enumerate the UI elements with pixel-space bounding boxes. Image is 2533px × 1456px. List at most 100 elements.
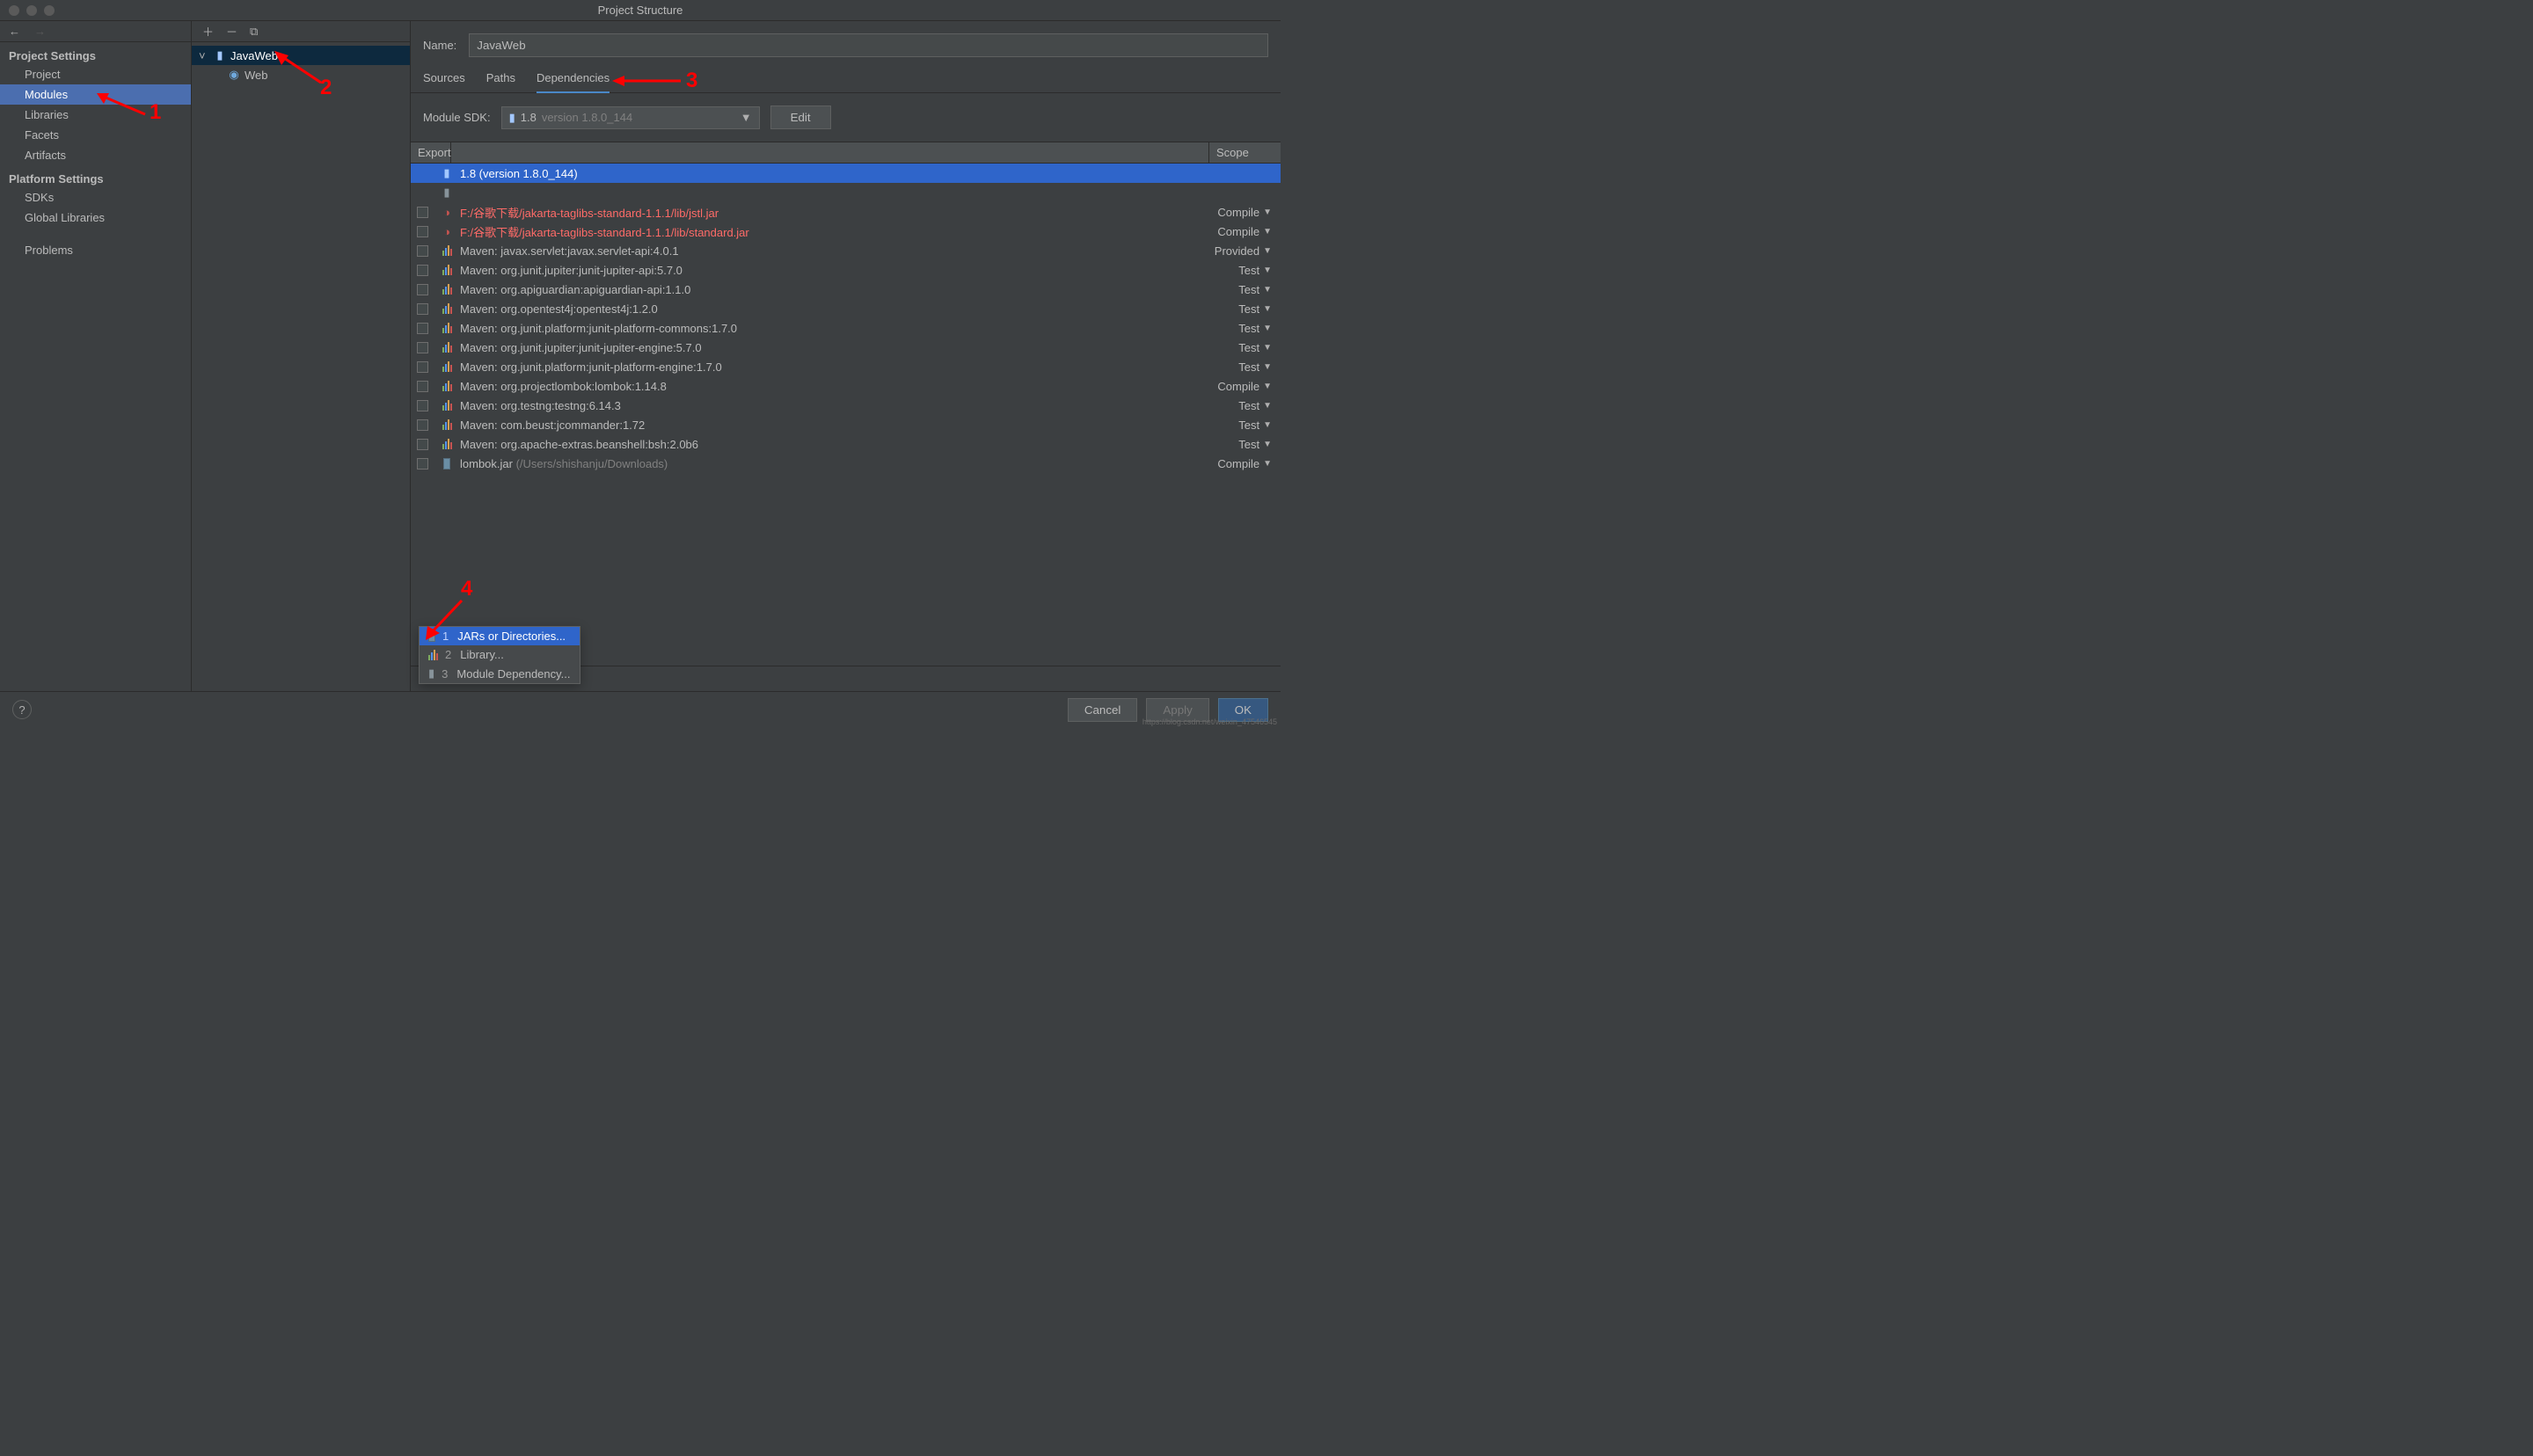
export-checkbox[interactable] [417, 226, 428, 237]
folder-icon: ▮ [428, 666, 434, 681]
dependency-row[interactable]: Maven: org.projectlombok:lombok:1.14.8Co… [411, 376, 1281, 396]
maven-icon [442, 400, 452, 411]
dependency-row[interactable]: ◑F:/谷歌下载/jakarta-taglibs-standard-1.1.1/… [411, 202, 1281, 222]
remove-icon[interactable]: － [226, 23, 237, 40]
sidebar-item-facets[interactable]: Facets [0, 125, 191, 145]
add-icon[interactable]: ＋ [202, 23, 214, 40]
tab-paths[interactable]: Paths [486, 71, 515, 92]
dialog-footer: Cancel Apply OK [0, 691, 1281, 728]
export-checkbox[interactable] [417, 458, 428, 470]
close-window-icon[interactable] [9, 5, 19, 16]
minimize-window-icon[interactable] [26, 5, 37, 16]
copy-icon[interactable]: ⧉ [250, 25, 258, 39]
export-checkbox[interactable] [417, 265, 428, 276]
dependency-scope[interactable]: Provided ▼ [1208, 244, 1281, 258]
dependency-scope[interactable]: Compile ▼ [1208, 206, 1281, 219]
dependency-row[interactable]: Maven: javax.servlet:javax.servlet-api:4… [411, 241, 1281, 260]
sidebar-item-libraries[interactable]: Libraries [0, 105, 191, 125]
details-panel: Name: Sources Paths Dependencies Module … [411, 21, 1281, 728]
dependency-row[interactable]: ▮ [411, 183, 1281, 202]
maven-icon [442, 245, 452, 256]
maven-icon [428, 650, 438, 660]
dependency-row[interactable]: Maven: org.junit.jupiter:junit-jupiter-e… [411, 338, 1281, 357]
header-scope: Scope [1208, 142, 1281, 163]
sidebar-item-artifacts[interactable]: Artifacts [0, 145, 191, 165]
dependency-scope[interactable]: Test ▼ [1208, 264, 1281, 277]
dependency-row[interactable]: ▮1.8 (version 1.8.0_144) [411, 164, 1281, 183]
tree-module-javaweb[interactable]: ˅ ▮ JavaWeb [192, 46, 410, 65]
dependency-label: F:/谷歌下载/jakarta-taglibs-standard-1.1.1/l… [460, 204, 1208, 221]
tab-dependencies[interactable]: Dependencies [537, 71, 610, 93]
module-name-input[interactable] [469, 33, 1268, 57]
chevron-down-icon[interactable]: ˅ [199, 49, 209, 62]
dependency-row[interactable]: Maven: org.opentest4j:opentest4j:1.2.0Te… [411, 299, 1281, 318]
dependency-scope[interactable]: Test ▼ [1208, 438, 1281, 451]
tree-facet-web[interactable]: ◉ Web [192, 65, 410, 84]
dependency-label: Maven: org.opentest4j:opentest4j:1.2.0 [460, 302, 1208, 316]
dependency-scope[interactable]: Test ▼ [1208, 302, 1281, 316]
popup-item[interactable]: 1 JARs or Directories... [420, 627, 580, 645]
dependency-row[interactable]: ◑F:/谷歌下载/jakarta-taglibs-standard-1.1.1/… [411, 222, 1281, 241]
dependency-label: Maven: org.junit.jupiter:junit-jupiter-a… [460, 264, 1208, 277]
dependency-row[interactable]: Maven: org.testng:testng:6.14.3Test ▼ [411, 396, 1281, 415]
popup-item[interactable]: ▮ 3 Module Dependency... [420, 664, 580, 683]
sdk-select[interactable]: ▮ 1.8 version 1.8.0_144 ▼ [501, 106, 760, 129]
dependency-scope[interactable]: Test ▼ [1208, 283, 1281, 296]
module-tree-panel: ＋ － ⧉ ˅ ▮ JavaWeb ◉ Web [192, 21, 411, 728]
dependencies-list[interactable]: ▮1.8 (version 1.8.0_144)▮◑F:/谷歌下载/jakart… [411, 164, 1281, 666]
popup-label: Module Dependency... [456, 667, 570, 681]
dependency-scope[interactable]: Compile ▼ [1208, 457, 1281, 470]
dependency-scope[interactable]: Compile ▼ [1208, 225, 1281, 238]
sidebar-item-sdks[interactable]: SDKs [0, 187, 191, 207]
export-checkbox[interactable] [417, 207, 428, 218]
sidebar-item-global-libraries[interactable]: Global Libraries [0, 207, 191, 228]
export-checkbox[interactable] [417, 419, 428, 431]
add-dependency-popup[interactable]: 1 JARs or Directories... 2 Library...▮ 3… [419, 626, 580, 684]
maven-icon [442, 342, 452, 353]
dependency-row[interactable]: Maven: org.apiguardian:apiguardian-api:1… [411, 280, 1281, 299]
tab-sources[interactable]: Sources [423, 71, 465, 92]
dependency-row[interactable]: Maven: com.beust:jcommander:1.72Test ▼ [411, 415, 1281, 434]
dependency-row[interactable]: Maven: org.junit.platform:junit-platform… [411, 318, 1281, 338]
dependency-row[interactable]: Maven: org.apache-extras.beanshell:bsh:2… [411, 434, 1281, 454]
export-checkbox[interactable] [417, 400, 428, 411]
folder-icon: ▮ [443, 166, 449, 180]
export-checkbox[interactable] [417, 303, 428, 315]
sidebar-item-problems[interactable]: Problems [0, 240, 191, 260]
maven-icon [442, 419, 452, 430]
export-checkbox[interactable] [417, 342, 428, 353]
dependency-scope[interactable]: Test ▼ [1208, 360, 1281, 374]
maven-icon [442, 439, 452, 449]
export-checkbox[interactable] [417, 381, 428, 392]
cancel-button[interactable]: Cancel [1068, 698, 1138, 722]
dependencies-header: Export Scope [411, 142, 1281, 164]
maximize-window-icon[interactable] [44, 5, 55, 16]
dependency-label: lombok.jar (/Users/shishanju/Downloads) [460, 457, 1208, 470]
dependency-label: F:/谷歌下载/jakarta-taglibs-standard-1.1.1/l… [460, 223, 1208, 240]
dependency-label: Maven: org.junit.platform:junit-platform… [460, 322, 1208, 335]
dependency-row[interactable]: Maven: org.junit.jupiter:junit-jupiter-a… [411, 260, 1281, 280]
module-icon: ▮ [213, 48, 227, 62]
dependency-row[interactable]: Maven: org.junit.platform:junit-platform… [411, 357, 1281, 376]
dependency-label: Maven: org.testng:testng:6.14.3 [460, 399, 1208, 412]
dependency-scope[interactable]: Compile ▼ [1208, 380, 1281, 393]
sidebar-item-project[interactable]: Project [0, 64, 191, 84]
web-facet-icon: ◉ [227, 68, 241, 82]
jar-icon [443, 458, 450, 470]
dependency-label: Maven: org.junit.platform:junit-platform… [460, 360, 1208, 374]
export-checkbox[interactable] [417, 361, 428, 373]
export-checkbox[interactable] [417, 323, 428, 334]
edit-sdk-button[interactable]: Edit [770, 106, 831, 129]
back-icon[interactable]: ← [9, 25, 20, 38]
export-checkbox[interactable] [417, 439, 428, 450]
help-icon[interactable]: ? [12, 700, 32, 719]
export-checkbox[interactable] [417, 245, 428, 257]
dependency-scope[interactable]: Test ▼ [1208, 399, 1281, 412]
export-checkbox[interactable] [417, 284, 428, 295]
dependency-scope[interactable]: Test ▼ [1208, 419, 1281, 432]
dependency-scope[interactable]: Test ▼ [1208, 341, 1281, 354]
dependency-scope[interactable]: Test ▼ [1208, 322, 1281, 335]
popup-item[interactable]: 2 Library... [420, 645, 580, 664]
dependency-row[interactable]: lombok.jar (/Users/shishanju/Downloads)C… [411, 454, 1281, 473]
sidebar-item-modules[interactable]: Modules [0, 84, 191, 105]
